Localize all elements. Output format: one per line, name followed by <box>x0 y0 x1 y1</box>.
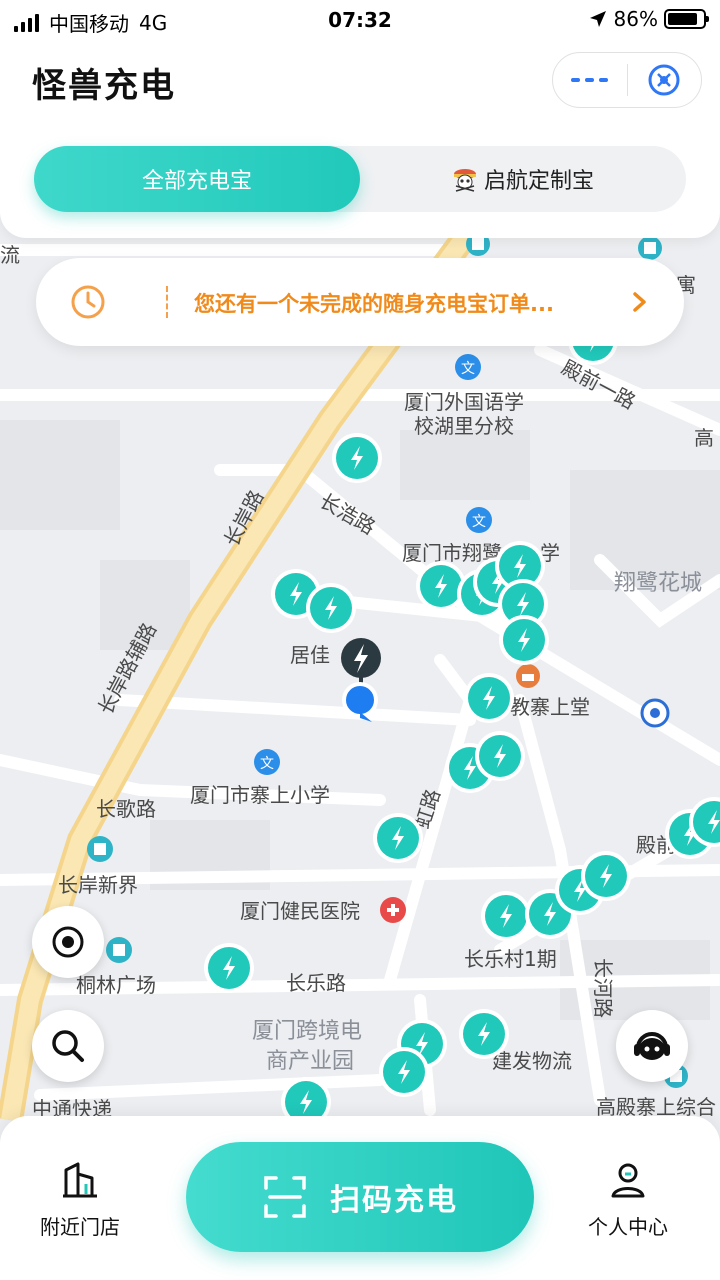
status-bar: 中国移动 4G 07:32 86% <box>0 0 720 40</box>
school-poi-icon: 文 <box>254 749 280 775</box>
notice-message: 您还有一个未完成的随身充电宝订单... <box>194 292 554 316</box>
map-label: 厦门健民医院 <box>240 899 360 923</box>
map-label: 长河路 <box>591 958 615 1018</box>
bank-poi-icon <box>640 698 670 728</box>
tab-custom-powerbanks[interactable]: 启航定制宝 <box>360 146 686 212</box>
charging-station-marker[interactable] <box>204 943 254 993</box>
map-label: 桐林广场 <box>76 973 156 997</box>
user-icon <box>611 1163 645 1198</box>
school-poi-icon: 文 <box>455 354 481 380</box>
map-label: 居佳 <box>290 643 330 667</box>
map-label: 厦门跨境电 <box>252 1019 362 1044</box>
map-label: 长歌路 <box>96 797 156 821</box>
building-poi-icon <box>638 236 662 260</box>
church-poi-icon <box>516 664 540 688</box>
scan-to-charge-button[interactable]: 扫码充电 <box>186 1142 534 1252</box>
battery-percent: 86% <box>613 7 658 31</box>
tab-switch: 全部充电宝 启航定制宝 <box>34 146 686 212</box>
search-button[interactable] <box>32 1010 104 1082</box>
battery-icon <box>664 9 709 29</box>
charging-station-marker[interactable] <box>373 813 423 863</box>
pirate-skull-icon <box>453 169 476 192</box>
headset-icon <box>634 1032 670 1060</box>
unfinished-order-notice[interactable]: 您还有一个未完成的随身充电宝订单... <box>36 258 684 346</box>
nav-nearby-stores[interactable]: 附近门店 <box>10 1160 150 1240</box>
charging-station-marker[interactable] <box>499 615 549 665</box>
search-icon <box>52 1030 84 1062</box>
tab-custom-label: 启航定制宝 <box>483 169 594 194</box>
charging-station-marker[interactable] <box>379 1047 429 1097</box>
map-label: 长岸新界 <box>58 873 138 897</box>
nav-personal-center[interactable]: 个人中心 <box>558 1160 698 1240</box>
nav-personal-label: 个人中心 <box>588 1215 668 1239</box>
charging-station-marker[interactable] <box>306 583 356 633</box>
building-poi-icon <box>87 836 113 862</box>
map-label: 建发物流 <box>492 1049 572 1073</box>
map-label: 翔鹭花城 <box>614 571 702 596</box>
svg-text:文: 文 <box>472 514 486 530</box>
map-label: 长乐路 <box>286 971 346 995</box>
target-icon <box>52 926 84 958</box>
map-label: 教寨上堂 <box>510 695 590 719</box>
svg-text:文: 文 <box>260 756 274 772</box>
bottom-nav: 附近门店 扫码充电 个人中心 <box>0 1116 720 1280</box>
map-label: 校湖里分校 <box>414 414 514 438</box>
tab-all-powerbanks[interactable]: 全部充电宝 <box>34 146 360 212</box>
map-label: 厦门市寨上小学 <box>190 783 330 807</box>
charging-station-marker[interactable] <box>475 731 525 781</box>
mini-program-capsule <box>552 52 702 108</box>
locate-me-button[interactable] <box>32 906 104 978</box>
scan-icon <box>264 1176 306 1218</box>
map-label: 厦门外国语学 <box>404 390 524 414</box>
nav-nearby-label: 附近门店 <box>40 1215 120 1239</box>
customer-service-button[interactable] <box>616 1010 688 1082</box>
charging-station-marker[interactable] <box>581 851 631 901</box>
hospital-poi-icon <box>380 897 406 923</box>
chevron-right-icon <box>633 292 646 312</box>
school-poi-icon: 文 <box>466 507 492 533</box>
svg-text:文: 文 <box>461 361 475 377</box>
charging-station-marker[interactable] <box>464 673 514 723</box>
map-label: 商产业园 <box>266 1049 354 1074</box>
scan-label: 扫码充电 <box>330 1183 458 1218</box>
location-arrow-icon <box>589 11 606 27</box>
map-label: 长乐村1期 <box>464 947 557 971</box>
clock-icon <box>71 285 105 319</box>
map-label: 高 <box>694 426 714 450</box>
app-title: 怪兽充电 <box>32 66 176 106</box>
charging-station-marker[interactable] <box>481 891 531 941</box>
close-miniprogram-icon[interactable] <box>628 53 702 107</box>
charging-station-marker[interactable] <box>332 433 382 483</box>
building-icon <box>63 1162 97 1198</box>
more-icon[interactable] <box>553 53 627 107</box>
header: 怪兽充电 全部充电宝 启航定制宝 <box>0 40 720 238</box>
building-poi-icon <box>106 937 132 963</box>
map-label: 流 <box>0 243 20 267</box>
charging-station-marker[interactable] <box>459 1009 509 1059</box>
